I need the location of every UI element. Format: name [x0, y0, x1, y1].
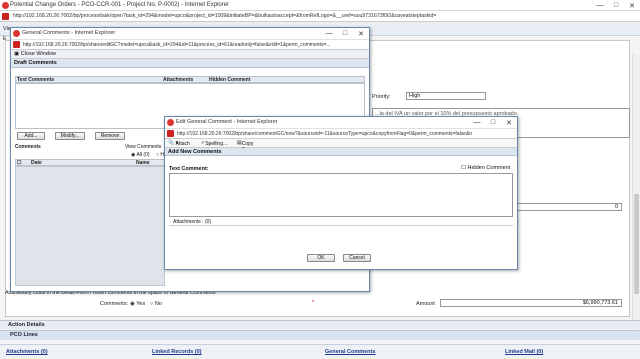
- ie-logo-icon: [2, 2, 9, 9]
- remove-button[interactable]: Remove: [95, 132, 125, 140]
- draft-comments-header: Draft Comments: [11, 59, 369, 68]
- popup1-title: General Comments - Internet Explorer: [22, 30, 116, 36]
- ie-logo-icon: [13, 30, 20, 37]
- attachments-row: Attachments : (0): [169, 218, 513, 226]
- view-comments-label: View Comments: [125, 144, 162, 150]
- page-icon: [13, 41, 20, 48]
- text-comment-label: Text Comment:: [169, 166, 209, 172]
- minimize-icon[interactable]: —: [469, 117, 485, 128]
- amount-field[interactable]: $6,990,773.61: [440, 299, 622, 307]
- attach-button[interactable]: 📎 Attach ▾: [168, 140, 190, 147]
- add-button[interactable]: Add...: [17, 132, 45, 140]
- address-url[interactable]: http://192.168.20.26:7002/bp/process/tas…: [9, 13, 436, 19]
- close-window-button[interactable]: ▣ Close Window: [14, 51, 56, 57]
- comments-section-title: Comments: [15, 144, 41, 150]
- comments-label: Comments:: [100, 301, 129, 307]
- popup2-url[interactable]: http://192.168.20.26:7002/bp/share/comme…: [174, 131, 472, 137]
- text-comment-textarea[interactable]: [169, 173, 513, 217]
- popup1-url[interactable]: http://192.168.20.26:7002/bp/share/editG…: [20, 42, 330, 48]
- edit-comment-window: Edit General Comment - Internet Explorer…: [164, 116, 518, 270]
- comments-no-radio[interactable]: ○ No: [150, 301, 162, 307]
- add-new-comments-title: Add New Comments: [168, 149, 222, 155]
- amount-label: Amount: [416, 301, 435, 307]
- draft-comments-title: Draft Comments: [14, 60, 57, 66]
- maximize-icon[interactable]: □: [608, 0, 624, 11]
- comments-yes-radio[interactable]: ◉ Yes: [130, 301, 145, 307]
- popup2-title: Edit General Comment - Internet Explorer: [176, 119, 278, 125]
- attachments-link[interactable]: Attachments (0): [6, 349, 48, 355]
- popup2-titlebar: Edit General Comment - Internet Explorer…: [165, 117, 517, 129]
- address-bar[interactable]: http://192.168.20.26:7002/bp/process/tas…: [0, 11, 640, 22]
- attachments-count: Attachments : (0): [173, 219, 212, 225]
- tab-action-details[interactable]: Action Details: [0, 320, 640, 329]
- close-icon[interactable]: ✕: [624, 0, 640, 11]
- popup1-titlebar: General Comments - Internet Explorer — □…: [11, 28, 369, 40]
- bottom-link-bar: Attachments (0) Linked Records (0) Gener…: [0, 344, 640, 359]
- ok-button[interactable]: OK: [307, 254, 335, 262]
- page-icon: [167, 130, 174, 137]
- minimize-icon[interactable]: —: [592, 0, 608, 11]
- popup1-toolbar: ▣ Close Window: [11, 50, 369, 59]
- tab-pco-lines[interactable]: PCO Lines: [0, 330, 640, 340]
- close-icon[interactable]: ✕: [501, 117, 517, 128]
- copy-from-button[interactable]: ▤ Copy From: [237, 140, 253, 153]
- spelling-button[interactable]: ✓ Spelling...: [201, 140, 227, 147]
- linked-records-link[interactable]: Linked Records (0): [152, 349, 202, 355]
- window-title: Potential Change Orders - PCO-CCR-001 - …: [10, 2, 230, 8]
- add-new-comments-header: Add New Comments: [165, 148, 517, 156]
- vertical-scrollbar[interactable]: [632, 54, 640, 339]
- popup1-address-bar[interactable]: http://192.168.20.26:7002/bp/share/editG…: [11, 40, 369, 50]
- comments-grid-body: [15, 166, 165, 286]
- view-all-radio[interactable]: ◉ All (0): [131, 152, 150, 158]
- linked-mail-link[interactable]: Linked Mail (0): [505, 349, 543, 355]
- maximize-icon[interactable]: □: [337, 28, 353, 39]
- browser-titlebar: Potential Change Orders - PCO-CCR-001 - …: [0, 0, 640, 11]
- cancel-button[interactable]: Cancel: [343, 254, 371, 262]
- general-comments-link[interactable]: General Comments: [325, 349, 375, 355]
- popup2-address-bar[interactable]: http://192.168.20.26:7002/bp/share/comme…: [165, 129, 517, 139]
- page-icon: [2, 12, 9, 20]
- hidden-comment-checkbox[interactable]: ☐ Hidden Comment: [461, 165, 510, 171]
- priority-label: Priority:: [372, 94, 391, 100]
- required-star: *: [312, 300, 315, 306]
- modify-button[interactable]: Modify...: [55, 132, 85, 140]
- maximize-icon[interactable]: □: [485, 117, 501, 128]
- scrollbar-thumb[interactable]: [634, 194, 639, 294]
- close-icon[interactable]: ✕: [353, 28, 369, 39]
- priority-field[interactable]: High: [406, 92, 486, 100]
- ie-logo-icon: [167, 119, 174, 126]
- popup2-toolbar: 📎 Attach ▾ ✓ Spelling... ▤ Copy From: [165, 139, 517, 153]
- minimize-icon[interactable]: —: [321, 28, 337, 39]
